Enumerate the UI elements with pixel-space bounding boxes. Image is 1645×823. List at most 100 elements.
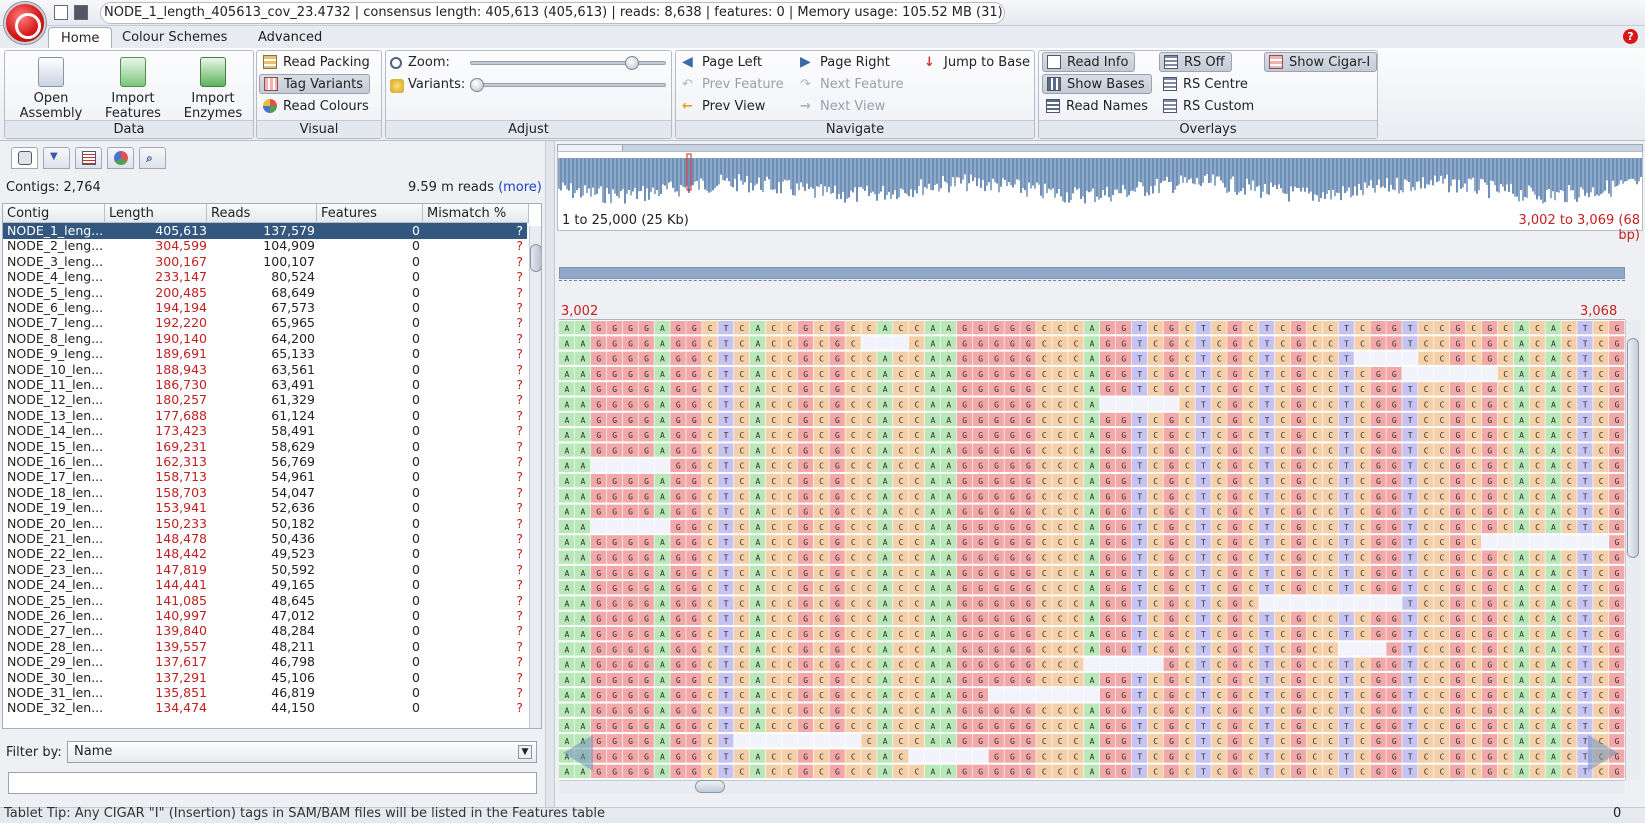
table-row[interactable]: NODE_23_len... 147,819 50,592 0? <box>3 562 527 578</box>
table-row[interactable]: NODE_18_len... 158,703 54,047 0? <box>3 485 527 501</box>
prev-feature-button[interactable]: ↶ Prev Feature <box>678 74 790 94</box>
table-row[interactable]: NODE_5_leng... 200,485 68,649 0? <box>3 285 527 301</box>
base-letter: C <box>1567 523 1572 532</box>
page-left-button[interactable]: ◀ Page Left <box>678 52 768 72</box>
tab-colour-schemes[interactable]: Colour Schemes <box>110 27 239 48</box>
next-view-button[interactable]: → Next View <box>796 96 891 116</box>
base-letter: G <box>803 477 808 486</box>
table-row[interactable]: NODE_31_len... 135,851 46,819 0? <box>3 685 527 701</box>
base-letter: G <box>1121 707 1126 716</box>
table-row[interactable]: NODE_13_len... 177,688 61,124 0? <box>3 408 527 424</box>
table-row[interactable]: NODE_27_len... 139,840 48,284 0? <box>3 623 527 639</box>
read-names-button[interactable]: Read Names <box>1042 96 1154 116</box>
table-row[interactable]: NODE_15_len... 169,231 58,629 0? <box>3 439 527 455</box>
base-letter: C <box>1360 584 1365 593</box>
table-row[interactable]: NODE_30_len... 137,291 45,106 0? <box>3 670 527 686</box>
reads-vertical-scroll-thumb[interactable] <box>1627 338 1639 558</box>
base-letter: G <box>1487 676 1492 685</box>
filter-input[interactable] <box>8 772 537 794</box>
tab-colour[interactable] <box>107 147 134 169</box>
open-file-icon[interactable] <box>54 5 68 20</box>
show-cigar-button[interactable]: Show Cigar-I <box>1264 52 1378 72</box>
tab-search[interactable]: ⌕ <box>139 147 166 169</box>
next-feature-button[interactable]: ↷ Next Feature <box>796 74 910 94</box>
table-row[interactable]: NODE_28_len... 139,557 48,211 0? <box>3 639 527 655</box>
table-row[interactable]: NODE_1_leng... 405,613 137,579 0? <box>3 223 527 239</box>
table-row[interactable]: NODE_24_len... 144,441 49,165 0? <box>3 577 527 593</box>
rs-off-button[interactable]: RS Off <box>1159 52 1232 72</box>
table-row[interactable]: NODE_16_len... 162,313 56,769 0? <box>3 454 527 470</box>
table-row[interactable]: NODE_2_leng... 304,599 104,909 0? <box>3 238 527 254</box>
table-scroll-thumb[interactable] <box>530 244 541 272</box>
reads-alignment-view[interactable]: AAGGGGAGGCTCACCGCGCCACCAAGGGGGCCCAGGTCGC… <box>559 320 1625 780</box>
rs-centre-button[interactable]: RS Centre <box>1159 74 1254 94</box>
base-letter: G <box>1233 707 1238 716</box>
variants-slider-knob[interactable] <box>470 78 484 92</box>
base-cell <box>1338 642 1354 656</box>
application-menu-icon[interactable] <box>4 2 46 44</box>
tab-contigs[interactable] <box>11 147 38 169</box>
panel-splitter[interactable] <box>545 141 555 807</box>
filter-select[interactable]: Name ▼ <box>67 741 537 763</box>
import-features-button[interactable]: Import Features <box>93 57 173 121</box>
column-features[interactable]: Features <box>317 204 423 223</box>
table-row[interactable]: NODE_14_len... 173,423 58,491 0? <box>3 423 527 439</box>
page-left-arrow-icon[interactable] <box>563 735 593 771</box>
more-link[interactable]: (more) <box>498 180 542 195</box>
open-assembly-button[interactable]: Open Assembly <box>11 57 91 121</box>
reads-horizontal-scroll-thumb[interactable] <box>695 780 725 793</box>
tab-features[interactable] <box>75 147 102 169</box>
page-right-arrow-icon[interactable] <box>1588 735 1618 771</box>
variants-slider[interactable] <box>470 83 666 87</box>
column-mismatch[interactable]: Mismatch % <box>423 204 529 223</box>
coverage-overview[interactable] <box>557 151 1643 231</box>
base-letter: C <box>1058 385 1063 394</box>
table-row[interactable]: NODE_10_len... 188,943 63,561 0? <box>3 362 527 378</box>
base-cell <box>1513 535 1529 549</box>
coverage-bar-segment <box>976 158 978 187</box>
help-icon[interactable]: ? <box>1623 29 1638 44</box>
coverage-bar-segment <box>624 158 626 204</box>
table-row[interactable]: NODE_3_leng... 300,167 100,107 0? <box>3 254 527 270</box>
table-row[interactable]: NODE_26_len... 140,997 47,012 0? <box>3 608 527 624</box>
table-row[interactable]: NODE_8_leng... 190,140 64,200 0? <box>3 331 527 347</box>
table-row[interactable]: NODE_7_leng... 192,220 65,965 0? <box>3 315 527 331</box>
column-reads[interactable]: Reads <box>207 204 317 223</box>
tablet-tip: Tablet Tip: Any CIGAR "I" (Insertion) ta… <box>4 806 605 821</box>
table-row[interactable]: NODE_12_len... 180,257 61,329 0? <box>3 392 527 408</box>
column-contig[interactable]: Contig <box>3 204 105 223</box>
zoom-slider-knob[interactable] <box>624 56 639 70</box>
table-row[interactable]: NODE_32_len... 134,474 44,150 0? <box>3 700 527 716</box>
column-length[interactable]: Length <box>105 204 207 223</box>
tag-variants-button[interactable]: Tag Variants <box>259 74 371 94</box>
coverage-bar-segment <box>1106 158 1108 188</box>
table-row[interactable]: NODE_29_len... 137,617 46,798 0? <box>3 654 527 670</box>
table-row[interactable]: NODE_19_len... 153,941 52,636 0? <box>3 500 527 516</box>
table-row[interactable]: NODE_11_len... 186,730 63,491 0? <box>3 377 527 393</box>
read-packing-button[interactable]: Read Packing <box>259 52 376 72</box>
tab-advanced[interactable]: Advanced <box>246 27 334 48</box>
table-scrollbar[interactable] <box>529 226 541 728</box>
table-row[interactable]: NODE_21_len... 148,478 50,436 0? <box>3 531 527 547</box>
table-row[interactable]: NODE_9_leng... 189,691 65,133 0? <box>3 346 527 362</box>
table-row[interactable]: NODE_22_len... 148,442 49,523 0? <box>3 546 527 562</box>
read-info-button[interactable]: Read Info <box>1042 52 1136 72</box>
table-row[interactable]: NODE_17_len... 158,713 54,961 0? <box>3 469 527 485</box>
chevron-down-icon[interactable]: ▼ <box>518 745 532 759</box>
table-row[interactable]: NODE_25_len... 141,085 48,645 0? <box>3 593 527 609</box>
jump-to-base-button[interactable]: ↓ Jump to Base <box>920 52 1036 72</box>
rs-custom-button[interactable]: RS Custom <box>1159 96 1260 116</box>
table-row[interactable]: NODE_4_leng... 233,147 80,524 0? <box>3 269 527 285</box>
save-icon[interactable] <box>74 5 88 20</box>
import-enzymes-button[interactable]: Import Enzymes <box>173 57 253 121</box>
tab-filter[interactable]: ▼ <box>43 147 70 169</box>
tab-home[interactable]: Home <box>48 27 113 48</box>
table-row[interactable]: NODE_20_len... 150,233 50,182 0? <box>3 516 527 532</box>
table-row[interactable]: NODE_6_leng... 194,194 67,573 0? <box>3 300 527 316</box>
prev-view-button[interactable]: ← Prev View <box>678 96 771 116</box>
base-letter: C <box>1328 584 1333 593</box>
show-bases-button[interactable]: Show Bases <box>1042 74 1152 94</box>
base-letter: C <box>1535 370 1540 379</box>
read-colours-button[interactable]: Read Colours <box>259 96 375 116</box>
page-right-button[interactable]: ▶ Page Right <box>796 52 896 72</box>
